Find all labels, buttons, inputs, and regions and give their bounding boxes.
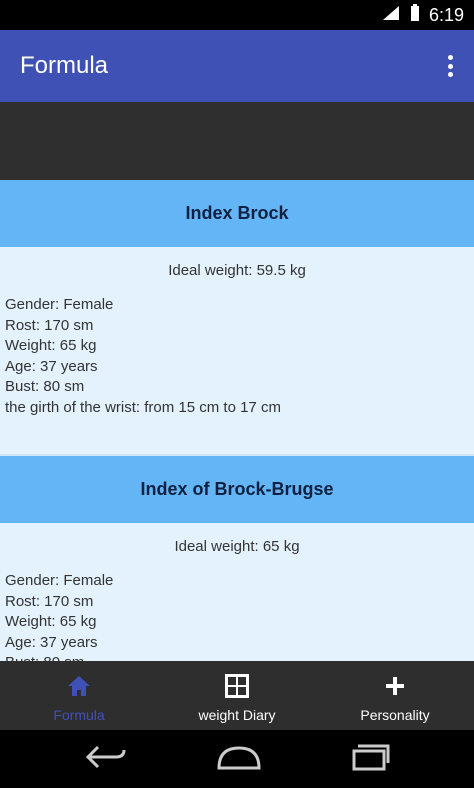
nav-label: weight Diary xyxy=(198,707,276,723)
nav-formula[interactable]: Formula xyxy=(0,661,158,730)
info-rost: Rost: 170 sm xyxy=(5,592,94,610)
nav-label: Formula xyxy=(53,707,105,723)
status-bar: 6:19 xyxy=(0,0,474,30)
nav-label: Personality xyxy=(360,707,430,723)
info-wrist: the girth of the wrist: from 15 cm to 17… xyxy=(5,398,281,416)
card-title: Index of Brock-Brugse xyxy=(0,456,474,523)
grid-icon xyxy=(224,673,250,699)
nav-weight-diary[interactable]: weight Diary xyxy=(158,661,316,730)
card-index-brock: Index Brock Ideal weight: 59.5 kg Gender… xyxy=(0,180,474,454)
recent-apps-icon[interactable] xyxy=(350,743,390,776)
card-title: Index Brock xyxy=(0,180,474,247)
page-title: Formula xyxy=(20,52,109,79)
plus-icon xyxy=(384,673,406,699)
signal-icon xyxy=(381,4,401,27)
info-bust: Bust: 80 sm xyxy=(5,378,85,395)
info-gender: Gender: Female xyxy=(5,296,114,313)
back-icon[interactable] xyxy=(84,744,128,775)
info-gender: Gender: Female xyxy=(5,572,114,589)
info-weight: Weight: 65 kg xyxy=(5,337,97,354)
nav-personality[interactable]: Personality xyxy=(316,661,474,730)
info-age: Age: 37 years xyxy=(5,633,98,651)
bottom-navigation: Formula weight Diary Personality xyxy=(0,661,474,730)
ideal-weight: Ideal weight: 65 kg xyxy=(174,538,300,555)
home-icon xyxy=(66,673,92,699)
card-body: Ideal weight: 59.5 kg Gender: Female Ros… xyxy=(0,247,474,454)
formula-list[interactable]: Index Brock Ideal weight: 59.5 kg Gender… xyxy=(0,180,474,661)
battery-icon xyxy=(409,3,421,28)
info-rost: Rost: 170 sm xyxy=(5,316,94,334)
card-index-brock-brugse: Index of Brock-Brugse Ideal weight: 65 k… xyxy=(0,456,474,661)
ad-banner-area xyxy=(0,102,474,180)
info-bust: Bust: 80 sm xyxy=(5,653,469,661)
status-time: 6:19 xyxy=(428,4,464,25)
home-button-icon[interactable] xyxy=(215,744,263,775)
app-bar: Formula xyxy=(0,30,474,102)
info-weight: Weight: 65 kg xyxy=(5,613,97,630)
ideal-weight: Ideal weight: 59.5 kg xyxy=(168,262,306,279)
info-age: Age: 37 years xyxy=(5,357,98,375)
system-navigation-bar xyxy=(0,730,474,788)
overflow-menu-icon[interactable] xyxy=(440,52,460,80)
card-body: Ideal weight: 65 kg Gender: Female Rost:… xyxy=(0,523,474,661)
